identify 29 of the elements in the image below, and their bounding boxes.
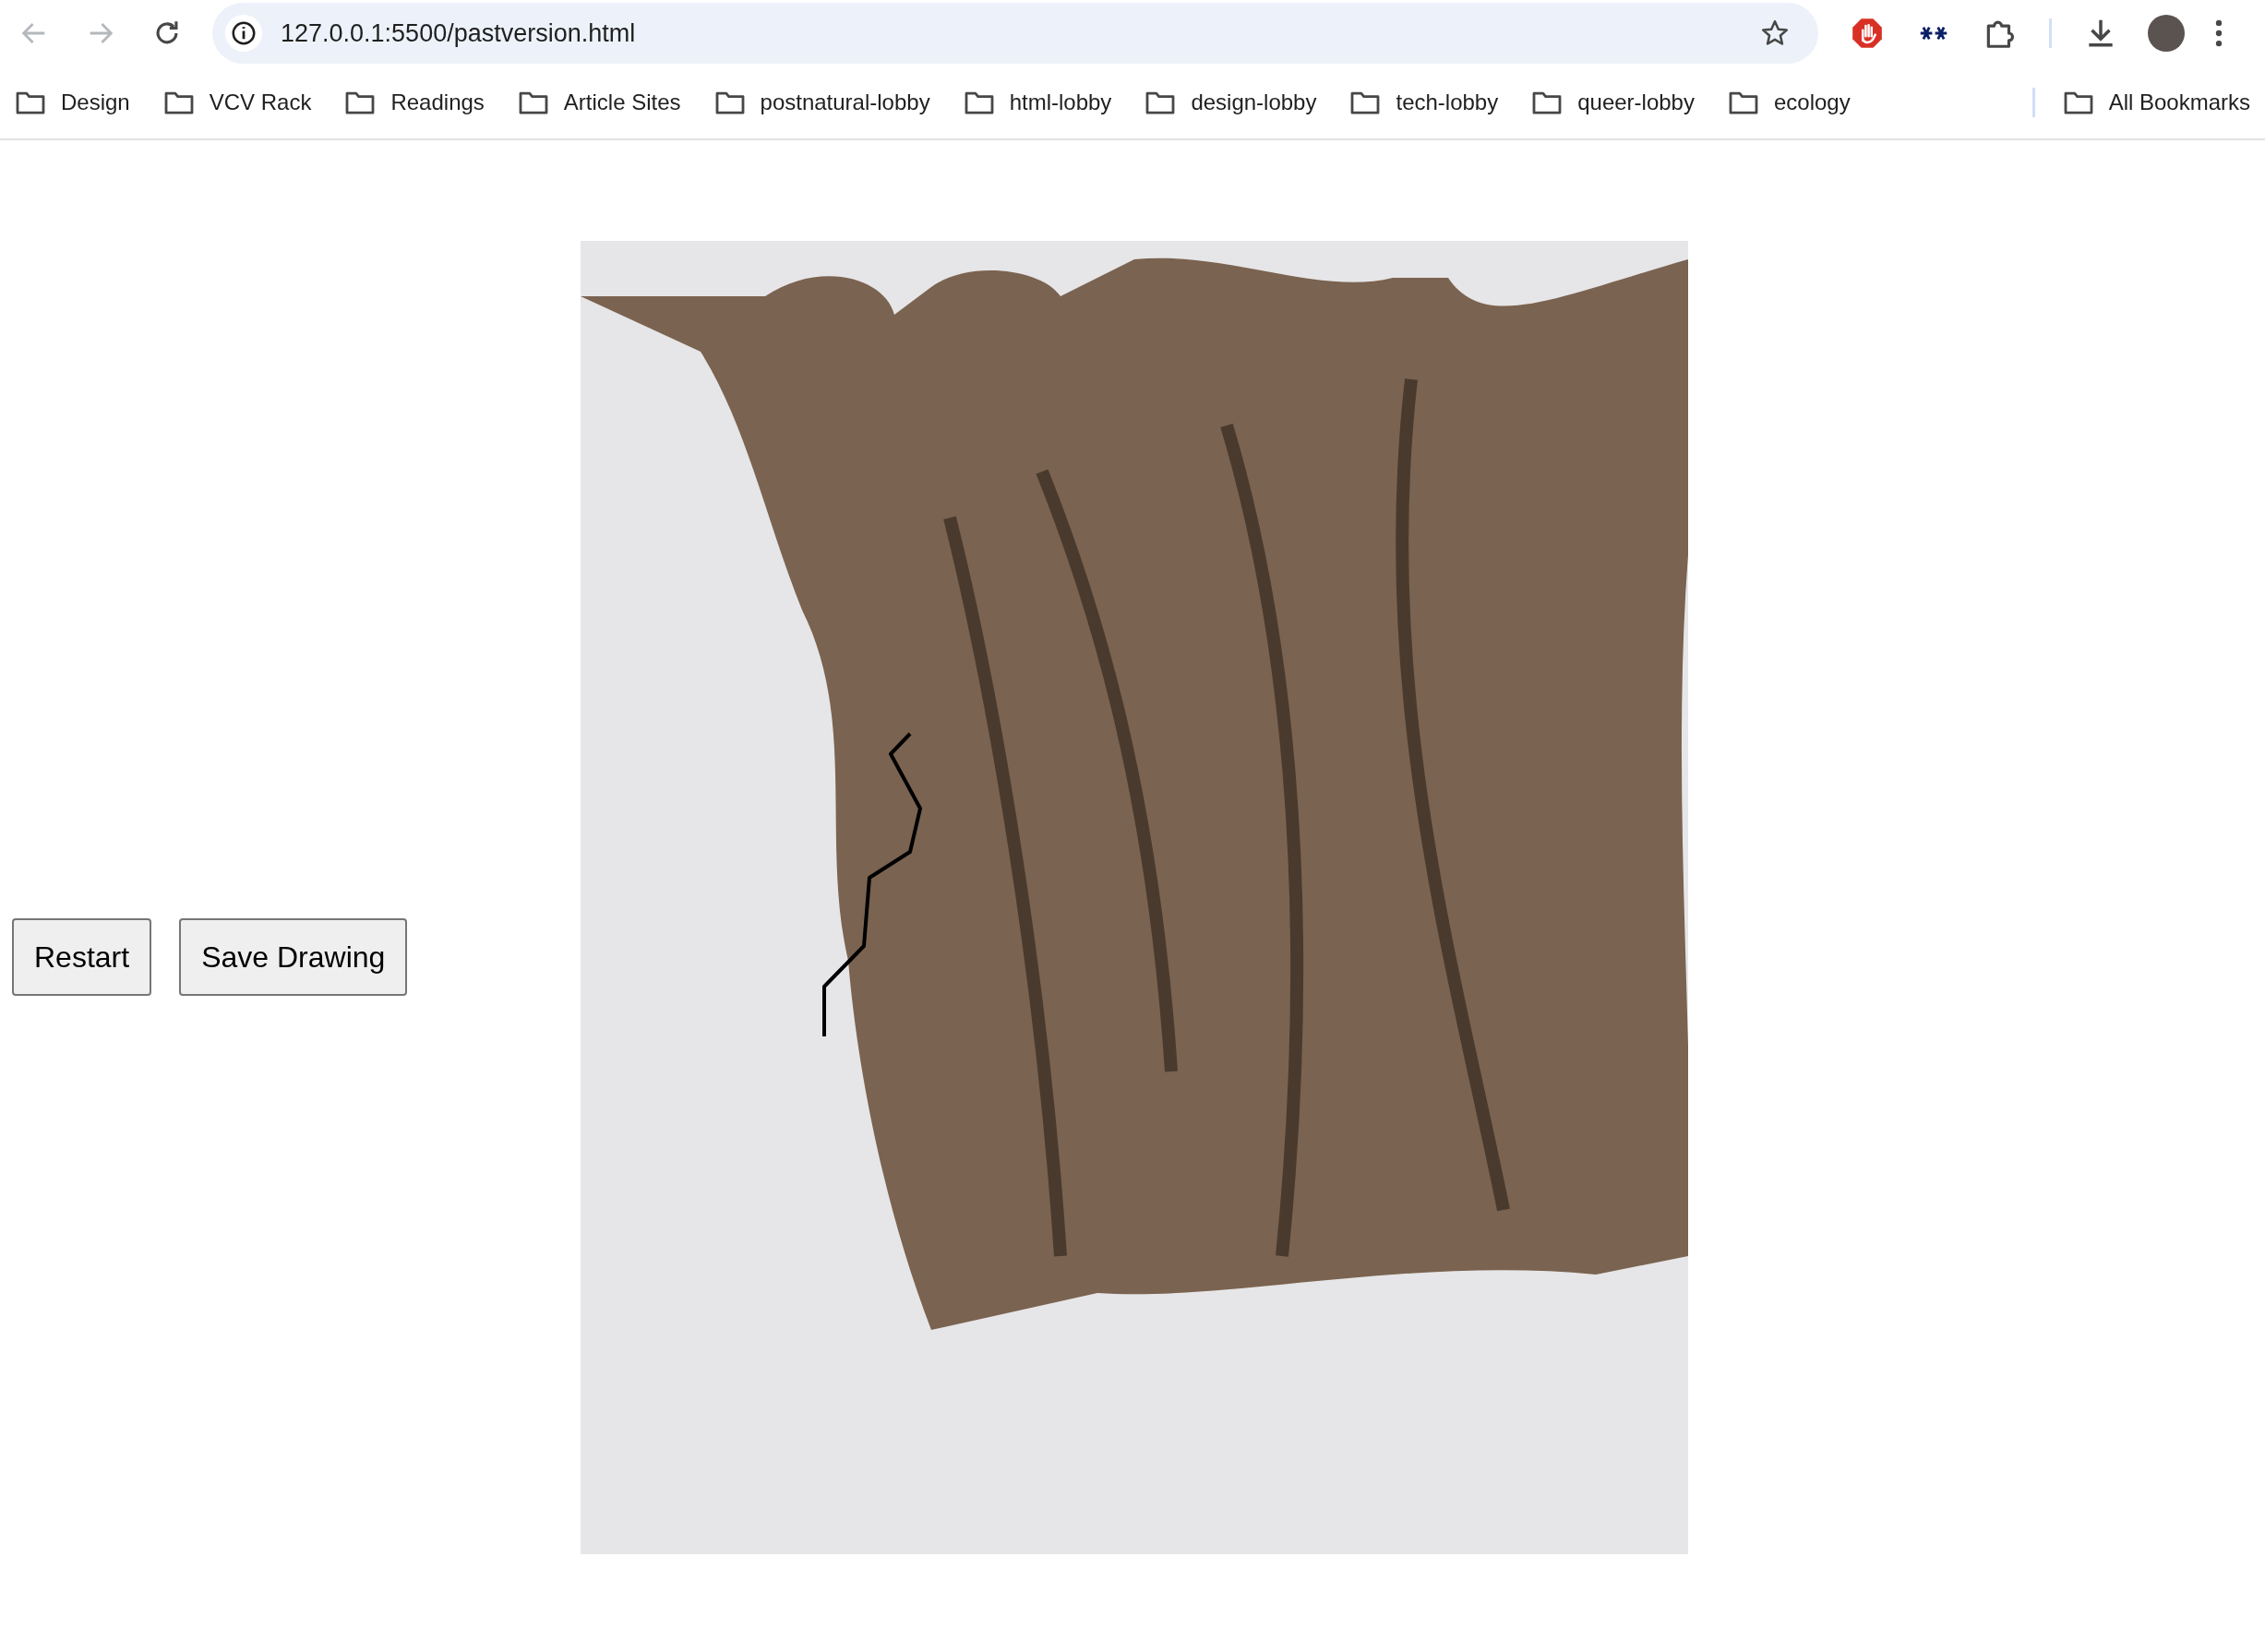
page-button[interactable]: Restart xyxy=(12,918,152,996)
bookmark-link[interactable]: tech-lobby xyxy=(1396,90,1499,115)
folder-icon xyxy=(713,90,746,115)
bookmark-link[interactable]: Article Sites xyxy=(563,90,681,115)
address-bar[interactable]: 127.0.0.1:5500/pastversion.html xyxy=(212,3,1818,64)
folder-icon xyxy=(162,90,195,115)
folder-icon xyxy=(1531,90,1564,115)
bookmark-link[interactable]: ecology xyxy=(1773,90,1851,115)
folder-icon xyxy=(1727,90,1759,115)
info-icon[interactable] xyxy=(230,19,258,47)
bookmark-link[interactable]: Readings xyxy=(390,90,485,115)
folder-icon xyxy=(963,90,995,115)
folder-icon xyxy=(1144,90,1177,115)
avatar[interactable] xyxy=(2148,15,2185,52)
bookmark-link[interactable]: Design xyxy=(61,90,130,115)
bookmark-link[interactable]: design-lobby xyxy=(1191,90,1317,115)
folder-icon xyxy=(344,90,377,115)
folder-icon xyxy=(15,90,46,115)
drawing-canvas[interactable] xyxy=(581,241,1688,1554)
all-bookmarks-link[interactable]: All Bookmarks xyxy=(2108,90,2250,115)
bookmark-link[interactable]: VCV Rack xyxy=(209,90,312,115)
folder-icon xyxy=(2062,90,2094,115)
folder-icon xyxy=(517,90,549,115)
page-button[interactable]: Save Drawing xyxy=(179,918,408,996)
stop-hand-icon[interactable] xyxy=(1850,16,1885,51)
bookmark-link[interactable]: queer-lobby xyxy=(1577,90,1695,115)
bookmark-link[interactable]: html-lobby xyxy=(1009,90,1112,115)
bookmark-link[interactable]: postnatural-lobby xyxy=(760,90,930,115)
folder-icon xyxy=(1349,90,1382,115)
